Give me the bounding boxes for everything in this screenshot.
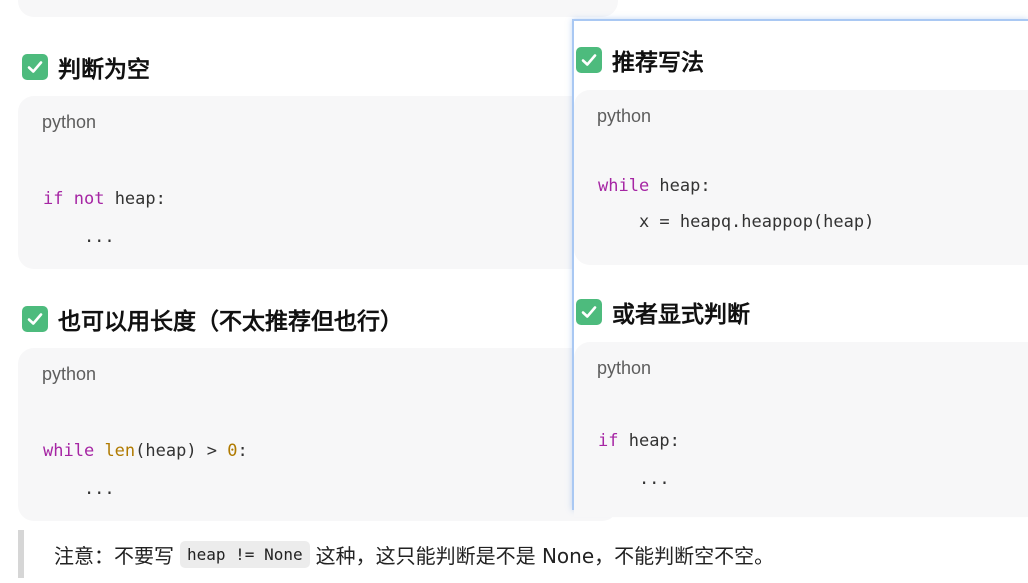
code-token: heap: <box>649 176 711 196</box>
check-mark-button-icon <box>576 47 602 73</box>
check-mark-button-icon <box>22 54 48 80</box>
code-token: while <box>598 176 650 196</box>
heading-text: 也可以用长度（不太推荐但也行） <box>58 309 403 335</box>
heading-text: 判断为空 <box>58 57 150 83</box>
code-token: while <box>43 441 95 461</box>
overlay-panel[interactable]: 推荐写法 python while heap: x = heapq.heappo… <box>572 19 1028 517</box>
heading-empty-check: 判断为空 <box>22 50 150 84</box>
code-content[interactable]: while heap: x = heapq.heappop(heap) <box>598 168 874 240</box>
code-language-label: python <box>42 112 97 132</box>
code-block-length-check: python while len(heap) > 0: ... <box>18 348 618 521</box>
note-blockquote: 注意：不要写 heap != None 这种，这只能判断是不是 None，不能判… <box>18 530 1008 578</box>
check-mark-button-icon <box>576 299 602 325</box>
code-token: ... <box>43 227 115 247</box>
code-content[interactable]: while len(heap) > 0: ... <box>43 432 248 508</box>
code-content[interactable]: if not heap: ... <box>43 180 166 256</box>
previous-code-block <box>18 0 618 17</box>
check-mark-button-icon <box>22 306 48 332</box>
heading-explicit: 或者显式判断 <box>576 295 750 329</box>
inline-code: heap != None <box>180 541 310 568</box>
heading-text: 推荐写法 <box>612 50 704 76</box>
code-token: x = heapq.heappop(heap) <box>598 212 875 232</box>
heading-recommended: 推荐写法 <box>576 43 704 77</box>
code-block-empty-check: python if not heap: ... <box>18 96 618 269</box>
code-token: heap: <box>104 189 166 209</box>
code-token: 0 <box>227 441 238 461</box>
heading-text: 或者显式判断 <box>612 302 750 328</box>
code-token: if <box>598 431 619 451</box>
code-content[interactable]: if heap: ... <box>598 422 680 498</box>
code-token: (heap) > <box>135 441 228 461</box>
code-token: : <box>237 441 248 461</box>
code-language-label: python <box>597 106 652 126</box>
code-token: not <box>73 189 105 209</box>
note-text: 注意：不要写 heap != None 这种，这只能判断是不是 None，不能判… <box>54 540 774 569</box>
code-language-label: python <box>42 364 97 384</box>
code-token: len <box>104 441 136 461</box>
note-prefix: 注意：不要写 <box>54 544 174 568</box>
code-language-label: python <box>597 358 652 378</box>
code-token: if <box>43 189 64 209</box>
code-token: heap: <box>618 431 680 451</box>
code-block-recommended: python while heap: x = heapq.heappop(hea… <box>574 90 1028 265</box>
code-block-explicit: python if heap: ... <box>574 342 1028 517</box>
code-token: ... <box>43 479 115 499</box>
note-suffix: 这种，这只能判断是不是 None，不能判断空不空。 <box>315 544 775 568</box>
code-token: ... <box>598 469 670 489</box>
heading-length-check: 也可以用长度（不太推荐但也行） <box>22 302 403 336</box>
